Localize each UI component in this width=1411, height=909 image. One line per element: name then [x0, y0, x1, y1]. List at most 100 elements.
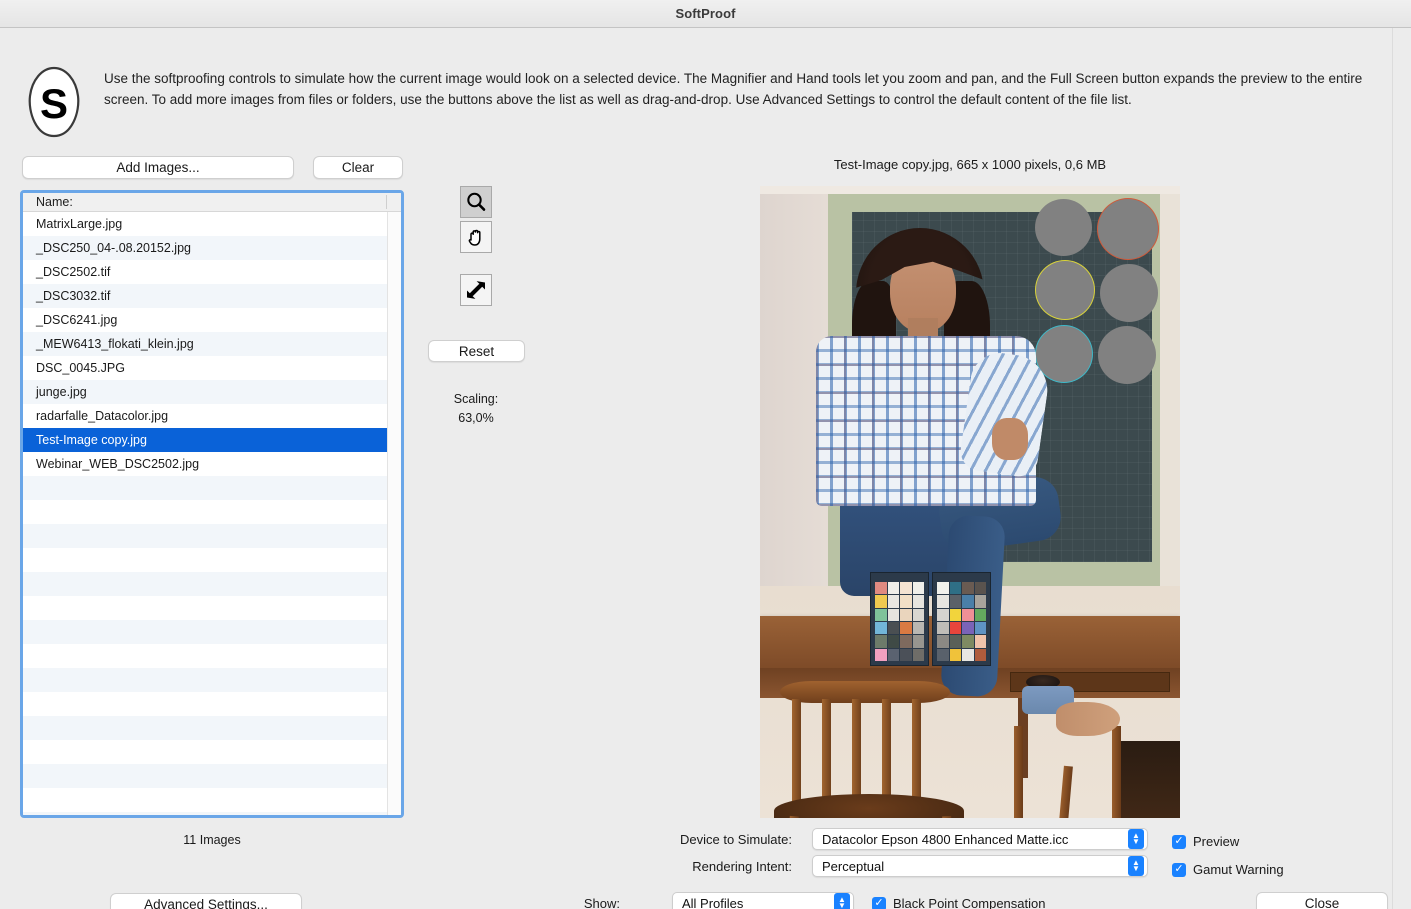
image-count-label: 11 Images [183, 833, 241, 847]
fullscreen-tool-button[interactable] [460, 274, 492, 306]
clear-button[interactable]: Clear [313, 156, 403, 179]
color-checker-patch [962, 635, 974, 648]
add-images-button[interactable]: Add Images... [22, 156, 294, 179]
color-checker-patch [949, 648, 961, 661]
show-label: Show: [583, 896, 620, 909]
preview-checkbox-label: Preview [1193, 834, 1240, 849]
file-list-item[interactable] [23, 548, 401, 572]
device-to-simulate-value: Datacolor Epson 4800 Enhanced Matte.icc [822, 831, 1069, 847]
column-divider [386, 195, 387, 209]
file-list-item[interactable] [23, 668, 401, 692]
color-checker-patch [900, 595, 912, 608]
scaling-caption: Scaling: [453, 392, 499, 406]
advanced-settings-button[interactable]: Advanced Settings... [110, 893, 302, 909]
photo-wall-top [760, 186, 1180, 194]
photo-color-checker [870, 572, 992, 666]
gamut-warning-checkbox[interactable]: ✓ Gamut Warning [1172, 862, 1284, 877]
color-checker-right [932, 572, 991, 666]
file-list-rows[interactable]: MatrixLarge.jpg _DSC250_04-.08.20152.jpg _… [23, 212, 401, 815]
file-list-item[interactable] [23, 716, 401, 740]
file-list-item[interactable]: DSC_0045.JPG [23, 356, 401, 380]
color-checker-patch [937, 648, 949, 661]
rendering-intent-select[interactable]: Perceptual ▲ ▼ [812, 855, 1148, 877]
reset-button[interactable]: Reset [428, 340, 525, 362]
device-to-simulate-select[interactable]: Datacolor Epson 4800 Enhanced Matte.icc … [812, 828, 1148, 850]
color-checker-patch [887, 608, 899, 621]
color-checker-patch [912, 595, 924, 608]
device-to-simulate-label: Device to Simulate: [680, 832, 792, 847]
color-checker-patch [962, 595, 974, 608]
color-checker-patch [974, 621, 986, 635]
file-list-item[interactable]: _DSC6241.jpg [23, 308, 401, 332]
color-checker-patch [974, 635, 986, 648]
color-checker-patch [875, 635, 887, 648]
file-list-item[interactable]: junge.jpg [23, 380, 401, 404]
hand-icon [468, 229, 481, 246]
file-list-item[interactable] [23, 500, 401, 524]
preview-checkbox[interactable]: ✓ Preview [1172, 834, 1239, 849]
file-list-item[interactable] [23, 620, 401, 644]
file-list-item[interactable] [23, 692, 401, 716]
color-checker-patch [962, 608, 974, 621]
color-checker-patch [900, 582, 912, 595]
preview-image[interactable] [760, 186, 1180, 818]
rendering-intent-value: Perceptual [822, 858, 885, 874]
file-list-item[interactable] [23, 644, 401, 668]
black-point-compensation-checkbox[interactable]: ✓ Black Point Compensation [872, 896, 1045, 909]
file-list-item[interactable]: _DSC3032.tif [23, 284, 401, 308]
color-checker-left [870, 572, 929, 666]
color-checker-patch [912, 621, 924, 635]
photo-chair-back-rear [1008, 726, 1138, 818]
color-checker-patch [875, 582, 887, 595]
color-checker-patch [900, 648, 912, 661]
file-list-item[interactable] [23, 596, 401, 620]
file-list-item[interactable]: _MEW6413_flokati_klein.jpg [23, 332, 401, 356]
file-list-item[interactable]: _DSC2502.tif [23, 260, 401, 284]
checkmark-icon: ✓ [1172, 834, 1186, 849]
show-select[interactable]: All Profiles ▲ ▼ [672, 892, 854, 909]
hand-tool-button[interactable] [460, 221, 492, 253]
file-list-scrollbar[interactable] [387, 212, 401, 815]
file-list-item[interactable] [23, 812, 401, 815]
photo-chair-legs [760, 815, 980, 818]
color-checker-patch [912, 635, 924, 648]
color-checker-patch [949, 621, 961, 635]
color-checker-patch [974, 582, 986, 595]
file-list-item[interactable] [23, 788, 401, 812]
color-checker-patch [912, 648, 924, 661]
file-list-item[interactable] [23, 476, 401, 500]
color-checker-patch [887, 621, 899, 635]
color-checker-patch [912, 582, 924, 595]
gamut-warning-checkbox-label: Gamut Warning [1193, 862, 1284, 877]
file-list[interactable]: Name: MatrixLarge.jpg _DSC250_04-.08.2015… [20, 190, 404, 818]
magnifier-tool-button[interactable] [460, 186, 492, 218]
gamut-warning-dot [1100, 264, 1158, 322]
color-checker-patch [937, 608, 949, 621]
color-checker-patch [962, 621, 974, 635]
photo-wall-right [1160, 186, 1180, 586]
color-checker-patch [887, 635, 899, 648]
close-button[interactable]: Close [1256, 892, 1388, 909]
file-list-item[interactable]: radarfalle_Datacolor.jpg [23, 404, 401, 428]
color-checker-patch [937, 621, 949, 635]
color-checker-patch [962, 648, 974, 661]
rendering-intent-label: Rendering Intent: [692, 859, 792, 874]
file-list-item[interactable]: _DSC250_04-.08.20152.jpg [23, 236, 401, 260]
color-checker-patch [887, 582, 899, 595]
file-list-item[interactable] [23, 764, 401, 788]
file-list-item[interactable]: MatrixLarge.jpg [23, 212, 401, 236]
color-checker-patch [900, 635, 912, 648]
file-list-item[interactable] [23, 524, 401, 548]
file-list-item[interactable] [23, 740, 401, 764]
file-list-item[interactable] [23, 572, 401, 596]
file-list-item[interactable]: Test-Image copy.jpg [23, 428, 401, 452]
color-checker-patch [949, 635, 961, 648]
file-list-item[interactable]: Webinar_WEB_DSC2502.jpg [23, 452, 401, 476]
gamut-warning-dot [1036, 261, 1094, 319]
chevron-updown-icon: ▲ ▼ [1128, 856, 1144, 876]
preview-caption: Test-Image copy.jpg, 665 x 1000 pixels, … [833, 157, 1107, 172]
color-checker-patch [875, 608, 887, 621]
color-checker-patch [937, 595, 949, 608]
gamut-warning-dot [1036, 326, 1092, 382]
fullscreen-icon [467, 281, 485, 299]
